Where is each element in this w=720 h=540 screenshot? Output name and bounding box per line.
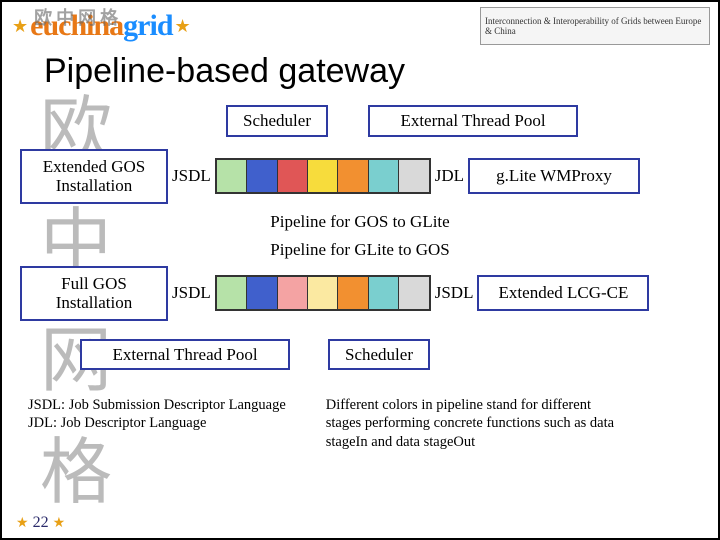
pipe-stage [217, 277, 247, 309]
slide-number-value: 22 [33, 514, 49, 532]
caption-glite-to-gos: Pipeline for GLite to GOS [20, 240, 700, 260]
jsdl-definition: JSDL: Job Submission Descriptor Language [28, 396, 286, 414]
extended-gos-box: Extended GOS Installation [20, 149, 168, 204]
header: ★ 欧中网格 euchinagrid ★ Interconnection & I… [2, 2, 718, 50]
external-thread-pool-box: External Thread Pool [80, 339, 290, 371]
color-note: Different colors in pipeline stand for d… [326, 396, 616, 450]
pipeline-bottom [215, 275, 431, 311]
jdl-definition: JDL: Job Descriptor Language [28, 414, 286, 432]
external-thread-pool-box: External Thread Pool [368, 105, 578, 137]
logo: 欧中网格 euchinagrid [30, 6, 172, 46]
row-top: Scheduler External Thread Pool [20, 105, 700, 137]
footnotes: JSDL: Job Submission Descriptor Language… [20, 396, 700, 450]
pipe-stage [369, 277, 399, 309]
star-icon: ★ [12, 16, 28, 37]
banner-text: Interconnection & Interoperability of Gr… [480, 7, 710, 45]
row-pipeline-2: Full GOS Installation JSDL JSDL Extended… [20, 266, 700, 321]
jsdl-label: JSDL [172, 166, 211, 186]
pipe-stage [369, 160, 399, 192]
pipe-stage [338, 277, 368, 309]
row-bottom: External Thread Pool Scheduler [20, 339, 700, 371]
scheduler-box: Scheduler [226, 105, 328, 137]
caption-gos-to-glite: Pipeline for GOS to GLite [20, 212, 700, 232]
pipe-stage [217, 160, 247, 192]
pipe-stage [308, 277, 338, 309]
row-pipeline-1: Extended GOS Installation JSDL JDL g.Lit… [20, 149, 700, 204]
logo-cn: 欧中网格 [34, 4, 122, 30]
diagram: Scheduler External Thread Pool Extended … [20, 105, 700, 451]
star-icon: ★ [16, 515, 29, 532]
pipe-stage [278, 160, 308, 192]
pipeline-top [215, 158, 431, 194]
extended-lcg-ce-box: Extended LCG-CE [477, 275, 649, 311]
jdl-label: JDL [435, 166, 464, 186]
star-icon: ★ [53, 515, 66, 532]
pipe-stage [308, 160, 338, 192]
slide-number: ★ 22 ★ [14, 514, 67, 532]
jsdl-label: JSDL [435, 283, 474, 303]
pipe-stage [278, 277, 308, 309]
glite-wmproxy-box: g.Lite WMProxy [468, 158, 640, 194]
pipe-stage [247, 160, 277, 192]
star-icon: ★ [175, 16, 191, 37]
pipe-stage [399, 160, 428, 192]
header-banner: Interconnection & Interoperability of Gr… [480, 7, 710, 45]
jsdl-label: JSDL [172, 283, 211, 303]
pipe-stage [399, 277, 428, 309]
pipe-stage [338, 160, 368, 192]
pipe-stage [247, 277, 277, 309]
full-gos-box: Full GOS Installation [20, 266, 168, 321]
scheduler-box: Scheduler [328, 339, 430, 371]
